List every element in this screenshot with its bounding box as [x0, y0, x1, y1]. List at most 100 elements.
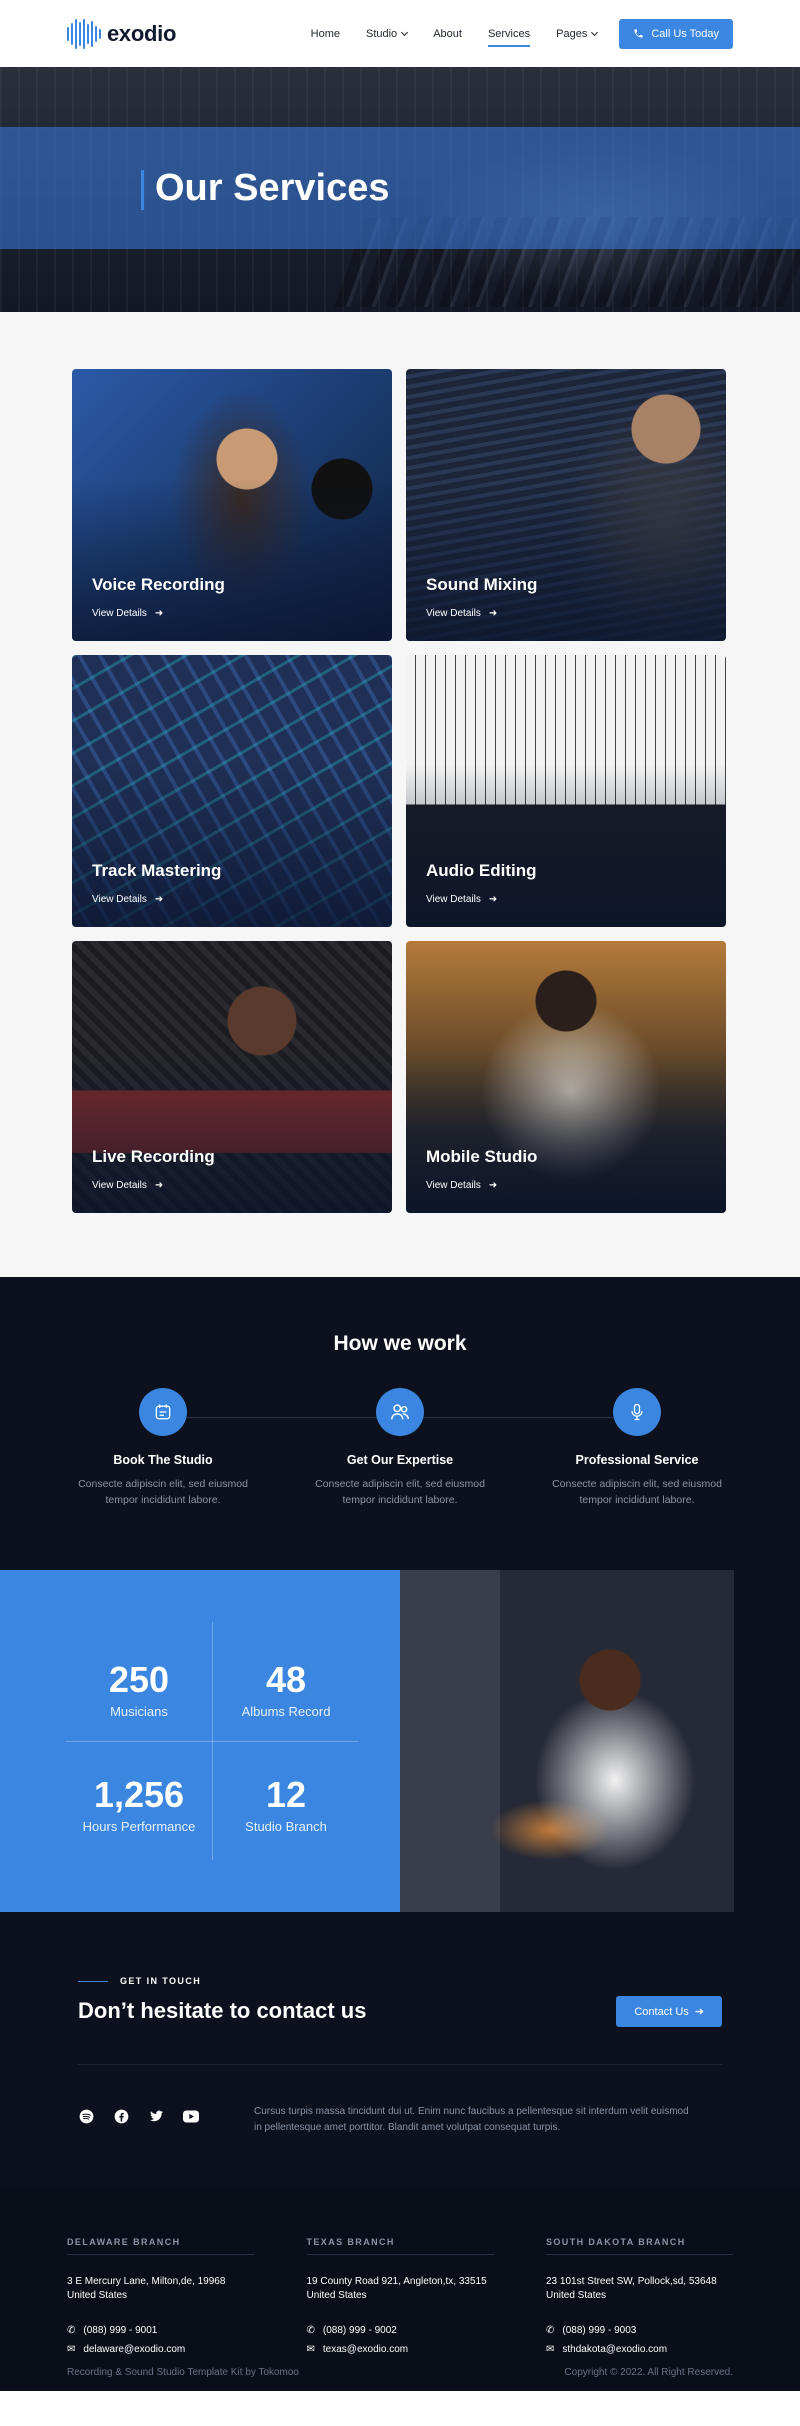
- view-details-link[interactable]: View Details ➜: [92, 894, 163, 905]
- spotify-icon[interactable]: [78, 2108, 94, 2124]
- branch-email[interactable]: ✉ delaware@exodio.com: [67, 2344, 254, 2355]
- services-section: Voice Recording View Details ➜ Sound Mixi…: [0, 312, 800, 1277]
- branch-delaware: DELAWARE BRANCH 3 E Mercury Lane, Milton…: [67, 2237, 254, 2355]
- stat-label: Studio Branch: [245, 1819, 327, 1834]
- chevron-down-icon: [401, 28, 409, 36]
- arrow-right-icon: ➜: [488, 894, 498, 905]
- branches-list: DELAWARE BRANCH 3 E Mercury Lane, Milton…: [67, 2188, 733, 2355]
- step-professional-service: Professional Service Consecte adipiscin …: [537, 1388, 737, 1508]
- section-title: How we work: [333, 1332, 467, 1355]
- view-details-link[interactable]: View Details ➜: [426, 608, 497, 619]
- contact-us-label: Contact Us: [634, 2005, 689, 2018]
- view-details-label: View Details: [426, 608, 481, 619]
- calendar-icon: [139, 1388, 187, 1436]
- step-book-studio: Book The Studio Consecte adipiscin elit,…: [63, 1388, 263, 1508]
- branch-title: SOUTH DAKOTA BRANCH: [546, 2237, 733, 2255]
- view-details-link[interactable]: View Details ➜: [92, 1180, 163, 1191]
- branch-phone[interactable]: ✆ (088) 999 - 9003: [546, 2325, 733, 2336]
- branch-email-text: sthdakota@exodio.com: [562, 2344, 668, 2355]
- site-footer: DELAWARE BRANCH 3 E Mercury Lane, Milton…: [0, 2188, 800, 2391]
- how-we-work-section: How we work Book The Studio Consecte adi…: [0, 1277, 800, 1570]
- service-card-title: Mobile Studio: [426, 1147, 538, 1166]
- service-card-live-recording[interactable]: Live Recording View Details ➜: [72, 941, 392, 1213]
- logo-text: exodio: [107, 20, 177, 46]
- service-card-title: Live Recording: [92, 1147, 215, 1166]
- branch-phone-text: (088) 999 - 9001: [83, 2325, 158, 2336]
- branch-phone[interactable]: ✆ (088) 999 - 9001: [67, 2325, 254, 2336]
- stat-label: Albums Record: [241, 1704, 331, 1719]
- nav-about[interactable]: About: [433, 24, 462, 44]
- arrow-right-icon: ➜: [488, 608, 498, 619]
- call-us-label: Call Us Today: [651, 27, 719, 40]
- nav-home[interactable]: Home: [311, 24, 340, 44]
- stat-value: 12: [265, 1774, 307, 1815]
- service-card-title: Sound Mixing: [426, 575, 538, 594]
- step-get-expertise: Get Our Expertise Consecte adipiscin eli…: [300, 1388, 500, 1508]
- chevron-down-icon: [591, 28, 599, 36]
- branch-phone-text: (088) 999 - 9003: [562, 2325, 637, 2336]
- footer-copyright: Copyright © 2022. All Right Reserved.: [564, 2367, 733, 2378]
- view-details-label: View Details: [92, 608, 147, 619]
- twitter-icon[interactable]: [148, 2108, 164, 2124]
- arrow-right-icon: ➜: [154, 1180, 164, 1191]
- youtube-icon[interactable]: [183, 2108, 199, 2124]
- steps-list: Book The Studio Consecte adipiscin elit,…: [0, 1388, 800, 1508]
- nav-services-label: Services: [487, 27, 531, 40]
- branch-phone[interactable]: ✆ (088) 999 - 9002: [307, 2325, 494, 2336]
- stat-label: Hours Performance: [82, 1819, 196, 1834]
- footer-credit: Recording & Sound Studio Template Kit by…: [67, 2367, 299, 2378]
- envelope-icon: ✉: [546, 2344, 555, 2355]
- stats-panel: 250 Musicians 48 Albums Record 1,256 Hou…: [0, 1570, 400, 1912]
- service-card-track-mastering[interactable]: Track Mastering View Details ➜: [72, 655, 392, 927]
- view-details-link[interactable]: View Details ➜: [426, 1180, 497, 1191]
- stat-branches: 12 Studio Branch: [213, 1774, 359, 1835]
- branch-address: 19 County Road 921, Angleton,tx, 33515 U…: [306, 2276, 487, 2301]
- branch-title: DELAWARE BRANCH: [67, 2237, 254, 2255]
- hero-blue-band: [0, 127, 800, 249]
- arrow-right-icon: ➜: [154, 894, 164, 905]
- step-title: Get Our Expertise: [346, 1453, 454, 1467]
- contact-us-button[interactable]: Contact Us ➜: [616, 1996, 722, 2027]
- nav-studio-label: Studio: [365, 27, 398, 40]
- main-nav: Home Studio About Services Pages: [311, 24, 599, 47]
- stat-hours: 1,256 Hours Performance: [66, 1774, 212, 1835]
- guitarist-photo: [400, 1570, 734, 1912]
- service-card-mobile-studio[interactable]: Mobile Studio View Details ➜: [406, 941, 726, 1213]
- view-details-link[interactable]: View Details ➜: [426, 894, 497, 905]
- nav-pages[interactable]: Pages: [556, 24, 599, 44]
- envelope-icon: ✉: [306, 2344, 315, 2355]
- phone-icon: ✆: [306, 2325, 315, 2336]
- branch-email[interactable]: ✉ texas@exodio.com: [307, 2344, 494, 2355]
- envelope-icon: ✉: [67, 2344, 76, 2355]
- nav-studio[interactable]: Studio: [365, 24, 409, 44]
- step-text: Consecte adipiscin elit, sed eiusmod tem…: [315, 1478, 485, 1506]
- arrow-right-icon: ➜: [488, 1180, 498, 1191]
- page-title: Our Services: [155, 167, 390, 209]
- divider: [78, 2064, 722, 2065]
- service-card-title: Audio Editing: [426, 861, 537, 880]
- stat-value: 1,256: [93, 1774, 185, 1815]
- branch-email[interactable]: ✉ sthdakota@exodio.com: [546, 2344, 733, 2355]
- service-card-voice-recording[interactable]: Voice Recording View Details ➜: [72, 369, 392, 641]
- view-details-link[interactable]: View Details ➜: [92, 608, 163, 619]
- nav-pages-label: Pages: [556, 27, 588, 40]
- stats-section: 250 Musicians 48 Albums Record 1,256 Hou…: [0, 1570, 800, 1912]
- call-us-button[interactable]: Call Us Today: [619, 18, 733, 49]
- branch-texas: TEXAS BRANCH 19 County Road 921, Angleto…: [306, 2237, 494, 2355]
- arrow-right-icon: ➜: [154, 608, 164, 619]
- service-card-sound-mixing[interactable]: Sound Mixing View Details ➜: [406, 369, 726, 641]
- stat-musicians: 250 Musicians: [66, 1660, 212, 1720]
- phone-icon: ✆: [546, 2325, 555, 2336]
- step-text: Consecte adipiscin elit, sed eiusmod tem…: [552, 1478, 722, 1506]
- contact-section: GET IN TOUCH Don’t hesitate to contact u…: [0, 1912, 800, 2188]
- services-grid: Voice Recording View Details ➜ Sound Mixi…: [72, 369, 800, 1213]
- service-card-title: Track Mastering: [92, 861, 222, 880]
- logo[interactable]: exodio: [67, 18, 177, 49]
- branch-address: 23 101st Street SW, Pollock,sd, 53648 Un…: [546, 2276, 717, 2301]
- nav-services[interactable]: Services: [487, 24, 531, 47]
- stat-value: 48: [265, 1659, 307, 1700]
- service-card-audio-editing[interactable]: Audio Editing View Details ➜: [406, 655, 726, 927]
- contact-description: Cursus turpis massa tincidunt dui ut. En…: [254, 2106, 689, 2133]
- facebook-icon[interactable]: [113, 2108, 129, 2124]
- branch-phone-text: (088) 999 - 9002: [322, 2325, 397, 2336]
